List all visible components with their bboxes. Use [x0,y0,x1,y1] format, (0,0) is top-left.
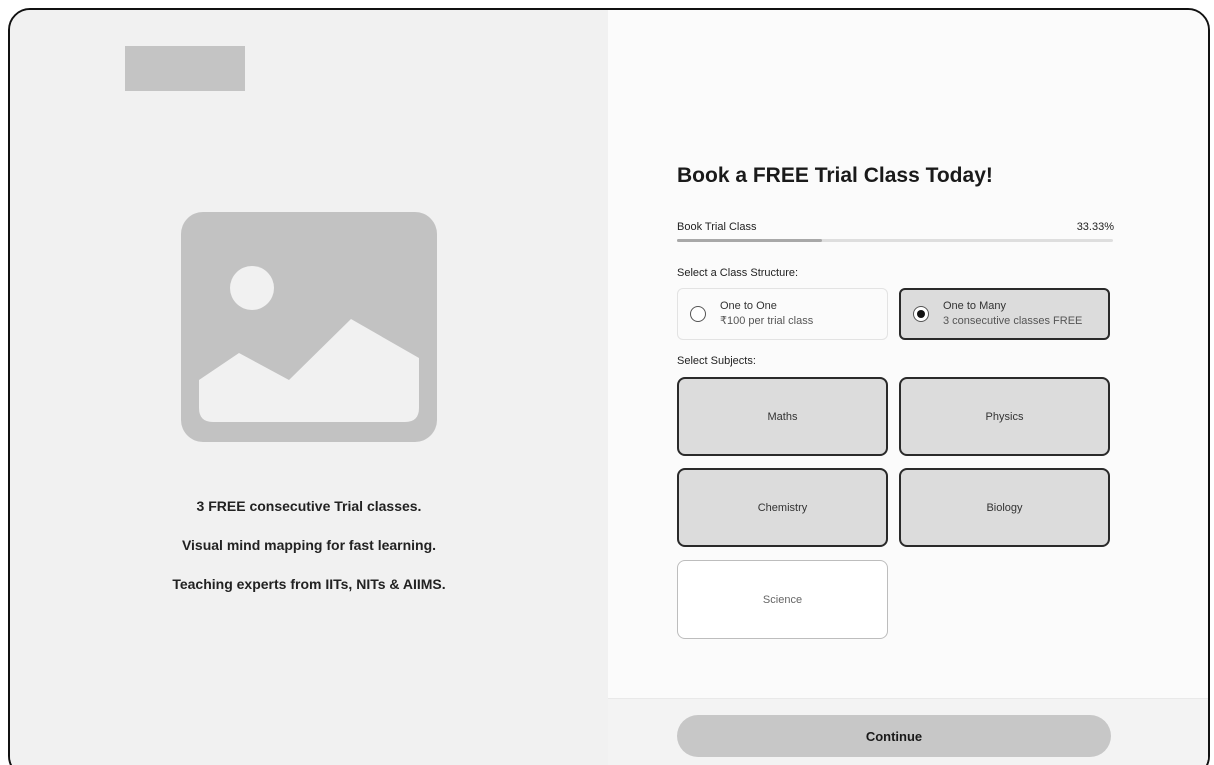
radio-unchecked-icon[interactable] [690,306,706,322]
subject-biology[interactable]: Biology [899,468,1110,547]
feature-item: Teaching experts from IITs, NITs & AIIMS… [172,576,446,592]
subject-science[interactable]: Science [677,560,888,639]
progress-label: Book Trial Class [677,221,757,233]
image-placeholder-icon [181,212,437,442]
subject-chemistry[interactable]: Chemistry [677,468,888,547]
radio-checked-icon[interactable] [913,306,929,322]
subject-physics[interactable]: Physics [899,377,1110,456]
option-subtitle: 3 consecutive classes FREE [943,315,1083,327]
app-frame: 3 FREE consecutive Trial classes. Visual… [8,8,1210,765]
subjects-label: Select Subjects: [677,355,756,367]
option-one-to-one[interactable]: One to One ₹100 per trial class [677,288,888,340]
progress-bar-fill [677,239,823,242]
feature-item: 3 FREE consecutive Trial classes. [196,498,422,514]
progress-bar [677,239,1113,242]
booking-form-panel: Book a FREE Trial Class Today! Book Tria… [608,10,1208,765]
class-structure-label: Select a Class Structure: [677,267,799,279]
option-subtitle: ₹100 per trial class [720,315,814,327]
logo-placeholder [125,46,245,91]
option-title: One to Many [943,300,1006,312]
form-title: Book a FREE Trial Class Today! [677,164,993,187]
subject-maths[interactable]: Maths [677,377,888,456]
feature-list: 3 FREE consecutive Trial classes. Visual… [10,496,608,613]
radio-dot-icon [917,310,925,318]
feature-item: Visual mind mapping for fast learning. [181,537,437,553]
left-panel: 3 FREE consecutive Trial classes. Visual… [10,10,608,765]
option-title: One to One [720,300,777,312]
option-one-to-many[interactable]: One to Many 3 consecutive classes FREE [899,288,1110,340]
progress-percentage: 33.33% [1076,221,1114,233]
continue-button[interactable]: Continue [677,715,1111,757]
